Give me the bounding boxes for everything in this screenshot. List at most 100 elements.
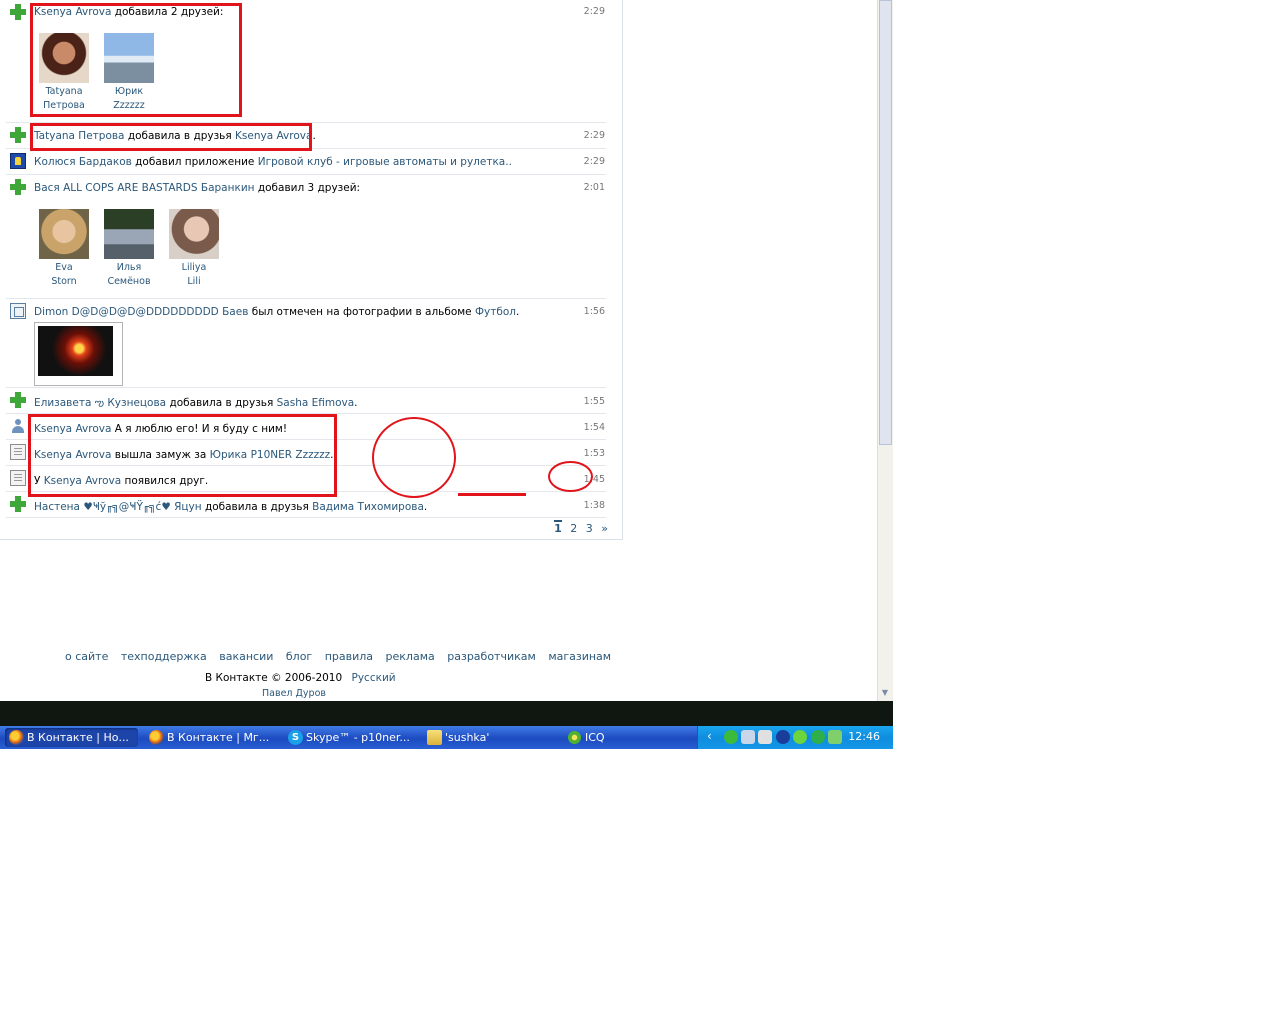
friend-card[interactable]: Илья Семёнов [99, 209, 159, 289]
target-link[interactable]: Юрика P10NER Zzzzzz [210, 449, 331, 461]
feed-item: Ksenya Avrova А я люблю его! И я буду с … [6, 414, 606, 440]
utorrent-icon[interactable] [811, 730, 825, 744]
friend-name[interactable]: Юрик [115, 86, 143, 97]
feed-time: 1:53 [583, 448, 605, 459]
feed-time: 2:29 [583, 156, 605, 167]
footer-link-ads[interactable]: реклама [386, 650, 435, 663]
footer-link-developers[interactable]: разработчикам [447, 650, 536, 663]
friend-name[interactable]: Илья [117, 262, 142, 273]
friend-name[interactable]: Lili [187, 276, 200, 287]
footer-link-about[interactable]: о сайте [65, 650, 108, 663]
friend-avatar[interactable] [39, 33, 89, 83]
user-link[interactable]: Ksenya Avrova [34, 449, 111, 461]
footer-link-support[interactable]: техподдержка [121, 650, 207, 663]
ccleaner-icon[interactable] [776, 730, 790, 744]
scroll-down-icon[interactable]: ▼ [880, 688, 890, 698]
friend-name[interactable]: Семёнов [107, 276, 150, 287]
add-friend-icon [10, 496, 26, 512]
language-link[interactable]: Русский [352, 672, 396, 684]
author-link[interactable]: Павел Дуров [262, 688, 326, 699]
friend-card[interactable]: Liliya Lili [164, 209, 224, 289]
taskbar-item[interactable]: В Контакте | Но... [5, 728, 138, 747]
photo-tag-icon [10, 303, 26, 319]
friend-avatar[interactable] [39, 209, 89, 259]
user-link[interactable]: Колюся Бардаков [34, 156, 132, 168]
taskbar-item[interactable]: В Контакте | Мг... [145, 728, 278, 747]
key-icon[interactable] [828, 730, 842, 744]
page-3-link[interactable]: 3 [586, 522, 593, 535]
copyright: В Контакте © 2006-2010 Русский [205, 672, 396, 684]
user-link[interactable]: Ksenya Avrova [34, 6, 111, 18]
add-friend-icon [10, 179, 26, 195]
footer-link-rules[interactable]: правила [325, 650, 373, 663]
feed-action: вышла замуж за [114, 449, 207, 461]
friend-card[interactable]: Eva Storn [34, 209, 94, 289]
user-link[interactable]: Dimon D@D@D@D@DDDDDDDDD Баев [34, 306, 248, 318]
friend-name[interactable]: Storn [51, 276, 76, 287]
page-1-link[interactable]: 1 [554, 520, 562, 535]
friend-name[interactable]: Liliya [182, 262, 207, 273]
feed-time: 1:55 [583, 396, 605, 407]
album-link[interactable]: Футбол [475, 306, 516, 318]
friend-avatar[interactable] [104, 33, 154, 83]
friend-name[interactable]: Zzzzzz [113, 100, 144, 111]
target-link[interactable]: Вадима Тихомирова [312, 501, 424, 513]
skype-status-icon[interactable] [724, 730, 738, 744]
feed-item: Dimon D@D@D@D@DDDDDDDDD Баев был отмечен… [6, 299, 606, 388]
network-icon[interactable] [741, 730, 755, 744]
icq-tray-icon[interactable] [793, 730, 807, 744]
user-link[interactable]: Елизавета ఌ Кузнецова [34, 397, 166, 409]
feed-action: добавила в друзья [127, 130, 232, 142]
feed-action: добавил 3 друзей: [257, 182, 361, 194]
user-link[interactable]: Ksenya Avrova [34, 423, 111, 435]
friend-name[interactable]: Петрова [43, 100, 85, 111]
firefox-icon [9, 730, 24, 745]
feed-item: Tatyana Петрова добавила в друзья Ksenya… [6, 123, 606, 149]
feed-punct: . [423, 501, 428, 513]
photo-thumbnail[interactable] [34, 322, 123, 386]
clock[interactable]: 12:46 [848, 730, 880, 743]
friend-card[interactable]: Юрик Zzzzzz [99, 33, 159, 113]
feed-time: 1:38 [583, 500, 605, 511]
feed-item: Колюся Бардаков добавил приложение Игров… [6, 149, 606, 175]
feed-punct: . [330, 449, 334, 461]
next-page-link[interactable]: » [601, 522, 608, 535]
taskbar-item[interactable]: 'sushka' [423, 728, 556, 747]
feed-item: Ksenya Avrova вышла замуж за Юрика P10NE… [6, 440, 606, 466]
page-2-link[interactable]: 2 [570, 522, 577, 535]
friend-name[interactable]: Eva [55, 262, 72, 273]
taskbar-item[interactable]: ICQ [563, 728, 696, 747]
footer-link-blog[interactable]: блог [286, 650, 312, 663]
skype-icon: S [288, 730, 303, 745]
footer-link-jobs[interactable]: вакансии [219, 650, 273, 663]
vertical-scrollbar[interactable]: ▼ [877, 0, 893, 701]
user-link[interactable]: Tatyana Петрова [34, 130, 125, 142]
footer-link-stores[interactable]: магазинам [548, 650, 611, 663]
feed-punct: . [354, 397, 358, 409]
tray-expand-icon[interactable]: ‹ [707, 729, 712, 743]
target-link[interactable]: Ksenya Avrova [235, 130, 312, 142]
firefox-icon [149, 730, 164, 745]
volume-icon[interactable] [758, 730, 772, 744]
target-link[interactable]: Sasha Efimova [277, 397, 355, 409]
taskbar-label: В Контакте | Мг... [167, 731, 270, 744]
friend-avatar[interactable] [169, 209, 219, 259]
friend-avatar[interactable] [104, 209, 154, 259]
friend-name[interactable]: Tatyana [45, 86, 82, 97]
user-link[interactable]: Вася ALL COPS ARE BASTARDS Баранкин [34, 182, 255, 194]
user-link[interactable]: Настена ♥Ҹў╓╗@ҸŸ╓╗ć♥ Яцун [34, 501, 202, 513]
scroll-thumb[interactable] [879, 0, 892, 445]
feed-item: Ksenya Avrova добавила 2 друзей: 2:29 Ta… [6, 0, 606, 123]
user-link[interactable]: Ksenya Avrova [44, 475, 121, 487]
status-text: А я люблю его! И я буду с ним! [114, 423, 288, 435]
feed-item: У Ksenya Avrova появился друг. 1:45 [6, 466, 606, 492]
app-link[interactable]: Игровой клуб - игровые автоматы и рулетк… [258, 156, 512, 168]
feed-action: был отмечен на фотографии в альбоме [251, 306, 472, 318]
status-strip [0, 701, 893, 726]
feed-punct: . [515, 306, 520, 318]
friend-card[interactable]: Tatyana Петрова [34, 33, 94, 113]
feed-time: 1:56 [583, 306, 605, 317]
taskbar-item[interactable]: S Skype™ - p10ner... [284, 728, 417, 747]
taskbar-label: 'sushka' [445, 731, 490, 744]
annotation-circle [372, 417, 456, 498]
